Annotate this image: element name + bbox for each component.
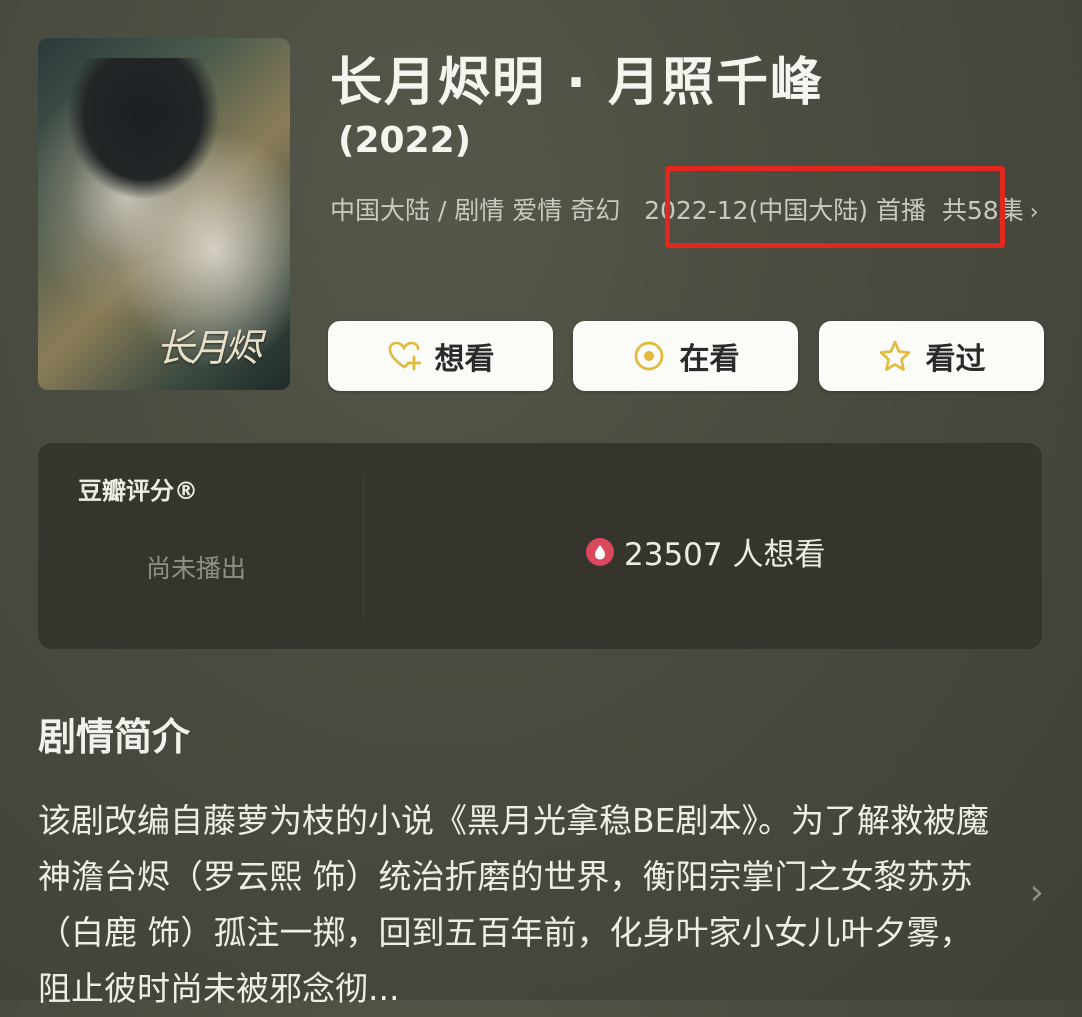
wish-count: 23507 人想看: [586, 529, 825, 574]
premiere-highlight-box: [665, 166, 1005, 248]
want-to-watch-button[interactable]: 想看: [328, 321, 553, 391]
target-icon: [632, 339, 666, 373]
heart-plus-icon: [387, 339, 421, 373]
douban-rating-card[interactable]: 豆瓣评分® 尚未播出 23507 人想看: [38, 443, 1042, 649]
page-title: 长月烬明 · 月照千峰: [330, 53, 824, 113]
watched-button[interactable]: 看过: [819, 321, 1044, 391]
want-to-watch-label: 想看: [434, 342, 495, 377]
release-year: (2022): [338, 120, 472, 161]
poster-image[interactable]: 长月烬: [38, 38, 290, 390]
genre-info: 中国大陆 / 剧情 爱情 奇幻: [330, 196, 621, 225]
chevron-right-icon[interactable]: ›: [1030, 872, 1044, 913]
synopsis-text[interactable]: 该剧改编自藤萝为枝的小说《黑月光拿稳BE剧本》。为了解救被魔神澹台烬（罗云熙 饰…: [38, 793, 998, 1017]
divider: [363, 473, 364, 619]
wish-count-text: 23507 人想看: [624, 537, 826, 573]
poster-calligraphy: 长月烬: [156, 326, 262, 370]
flame-icon: [586, 537, 614, 566]
watched-label: 看过: [925, 342, 986, 377]
star-icon: [878, 339, 912, 373]
synopsis-heading: 剧情简介: [38, 715, 191, 759]
chevron-right-icon[interactable]: ›: [1030, 200, 1039, 225]
rating-status: 尚未播出: [146, 554, 247, 583]
poster-figure: [68, 58, 218, 198]
watching-button[interactable]: 在看: [573, 321, 798, 391]
watching-label: 在看: [679, 342, 740, 377]
rating-label: 豆瓣评分®: [78, 477, 198, 505]
